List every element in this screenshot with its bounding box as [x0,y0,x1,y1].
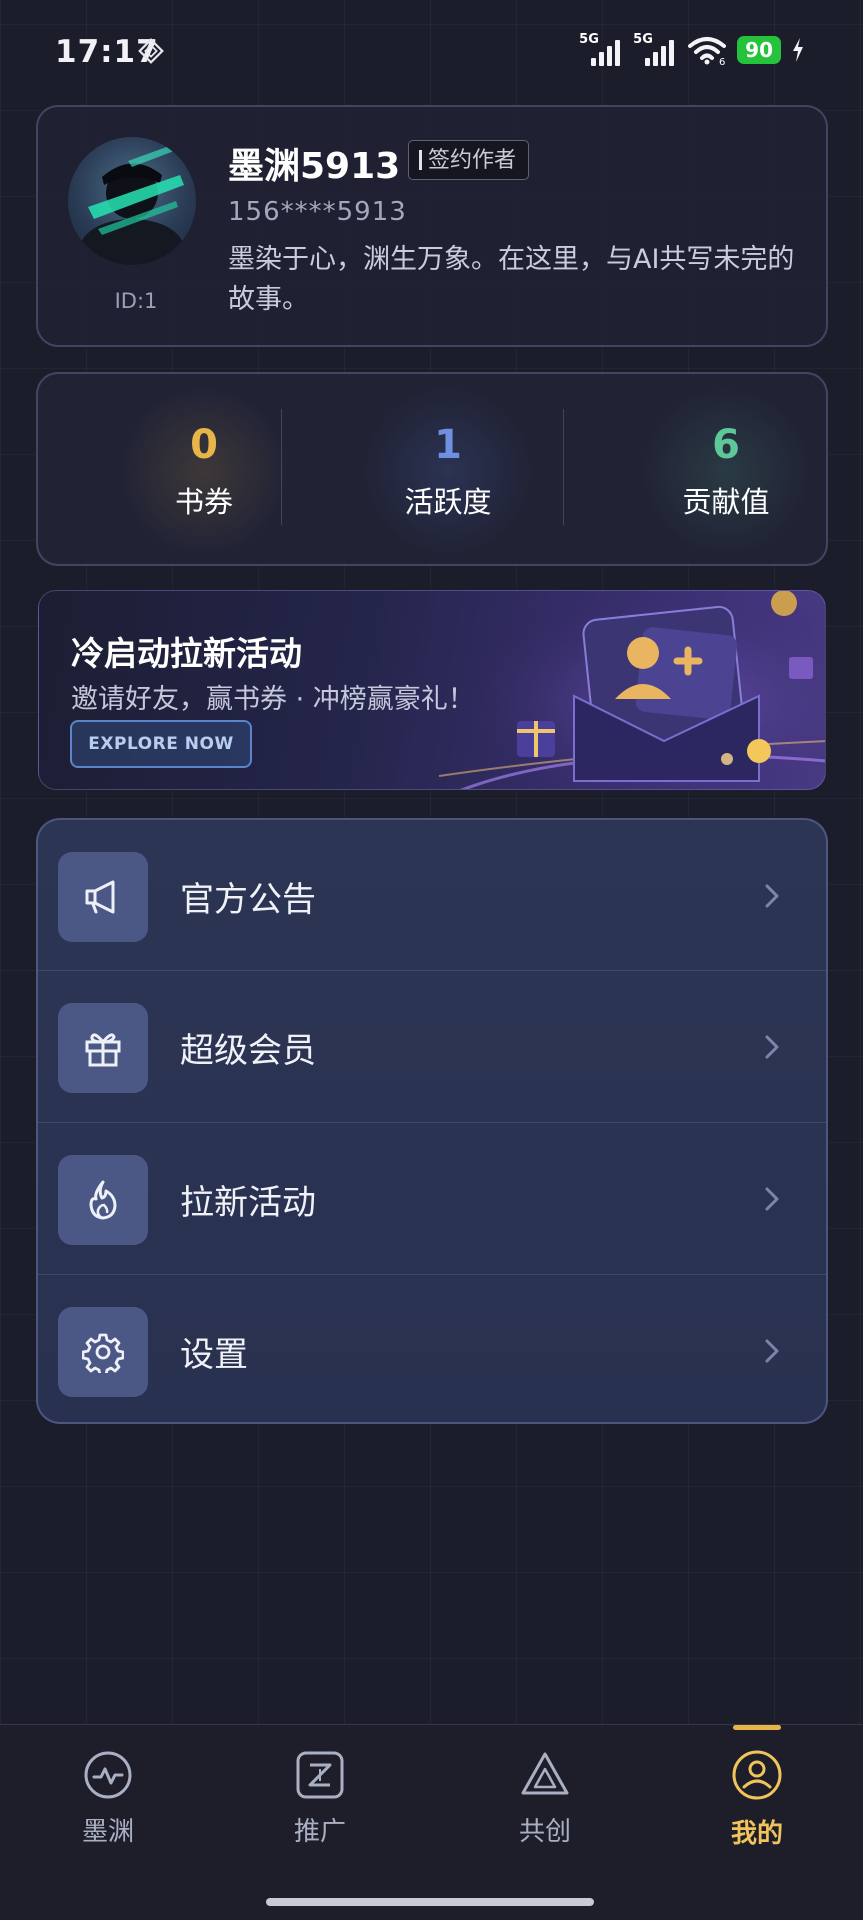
tab-label: 推广 [293,1817,346,1847]
username: 墨渊5913 [228,146,401,187]
signal-icon: 5G [579,32,623,68]
menu-icon-box [58,1003,148,1093]
tab-promotion[interactable]: 推广 [240,1725,400,1865]
chevron-right-icon [765,1187,779,1211]
stat-label: 贡献值 [682,485,770,519]
menu-icon-box [58,1155,148,1245]
stat-divider [563,409,564,525]
promo-icon [296,1751,344,1799]
active-tab-indicator [733,1725,781,1730]
stat-activity[interactable]: 1 活跃度 [338,374,558,568]
chevron-right-icon [765,884,779,908]
stats-card: 0 书券 1 活跃度 6 贡献值 [36,372,828,566]
gift-icon [85,1033,121,1067]
pulse-icon [84,1751,132,1799]
menu-label: 设置 [180,1335,248,1375]
tab-moyuan[interactable]: 墨渊 [28,1725,188,1865]
bottom-tab-bar: 墨渊 推广 共创 我的 [0,1724,863,1920]
menu-card: 官方公告 超级会员 拉新活动 设置 [36,818,828,1424]
battery-icon: 90 [737,36,781,64]
signal-icon: 5G [633,32,677,68]
megaphone-icon [85,880,115,914]
badge-bar-icon [419,150,422,170]
tab-label: 我的 [730,1819,783,1849]
avatar[interactable] [68,137,196,265]
chevron-right-icon [765,1339,779,1363]
tab-co-creation[interactable]: 共创 [465,1725,625,1865]
phone-number: 156****5913 [228,197,407,227]
banner-subtitle: 邀请好友，赢书券 · 冲榜赢豪礼！ [71,684,475,715]
charging-icon [793,38,803,62]
menu-label: 官方公告 [180,880,316,920]
wifi-icon: 6 [688,37,727,66]
badge-label: 签约作者 [428,147,517,173]
bio-text: 墨染于心，渊生万象。在这里，与AI共写未完的故事。 [228,244,795,315]
stat-contribution[interactable]: 6 贡献值 [616,374,836,568]
user-icon [732,1750,782,1800]
banner-title: 冷启动拉新活动 [71,634,302,673]
author-badge: 签约作者 [408,140,530,180]
triangle-icon [521,1752,569,1795]
stat-value: 6 [712,422,740,468]
menu-item-announcements[interactable]: 官方公告 [38,820,826,972]
gear-icon [82,1333,124,1373]
flame-icon [89,1180,117,1220]
home-indicator[interactable] [266,1898,594,1906]
stat-label: 活跃度 [404,485,492,519]
diamond-icon [138,38,164,64]
menu-item-super-vip[interactable]: 超级会员 [38,971,826,1123]
menu-icon-box [58,1307,148,1397]
menu-item-referral-activity[interactable]: 拉新活动 [38,1123,826,1275]
status-bar: 17:17 5G 5G 6 90 [0,0,863,100]
invite-envelope-illustration [439,591,825,789]
svg-text:6: 6 [719,57,725,66]
tab-label: 墨渊 [81,1817,134,1847]
profile-card[interactable]: ID:1 墨渊5913 签约作者 156****5913 墨染于心，渊生万象。在… [36,105,828,347]
stat-value: 1 [434,422,462,468]
referral-banner[interactable]: 冷启动拉新活动 邀请好友，赢书券 · 冲榜赢豪礼！ EXPLORE NOW [38,590,826,790]
explore-now-button[interactable]: EXPLORE NOW [70,720,252,768]
tab-mine[interactable]: 我的 [677,1725,837,1865]
menu-label: 超级会员 [180,1031,316,1071]
menu-label: 拉新活动 [180,1183,316,1223]
stat-divider [281,409,282,525]
chevron-right-icon [765,1035,779,1059]
user-id: ID:1 [114,289,158,313]
tab-label: 共创 [518,1817,571,1847]
menu-icon-box [58,852,148,942]
menu-item-settings[interactable]: 设置 [38,1275,826,1422]
avatar-image [80,145,184,265]
